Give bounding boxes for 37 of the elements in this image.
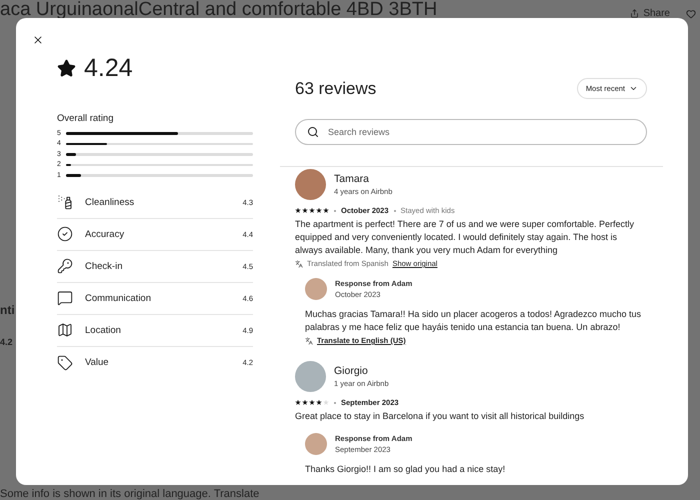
- map-icon: [57, 322, 73, 338]
- category-name: Cleanliness: [85, 196, 136, 208]
- search-field[interactable]: Search reviews: [295, 119, 647, 145]
- search-icon: [307, 126, 319, 138]
- category-name: Communication: [85, 292, 152, 304]
- overall-score: 4.24: [84, 54, 133, 83]
- speech-bubble-icon: [57, 290, 73, 306]
- translate-icon: [295, 260, 303, 268]
- review-text: The apartment is perfect! There are 7 of us and we were super comfortable. Perfectly equipped and very conveniently located. I would definitely stay again. The host is always available. Many, thank you very much Adam for everything: [295, 218, 635, 257]
- star-icon: [57, 59, 76, 78]
- translate-icon: [305, 336, 313, 344]
- user-avatar[interactable]: [295, 169, 326, 200]
- category-name: Check-in: [85, 260, 124, 272]
- response-text: Muchas gracias Tamara!! Ha sido un placer acogeros a todos! Agradezco mucho tus palabras y me hace feliz que hayáis tenido una estancia tan buena. Un abrazo!: [305, 308, 642, 334]
- chevron-down-icon: [629, 84, 638, 93]
- host-avatar[interactable]: [305, 433, 327, 455]
- overall-rating-label: Overall rating: [57, 113, 114, 124]
- category-name: Value: [85, 357, 110, 368]
- response-text: Thanks Giorgio!! I am so glad you had a nice stay!: [305, 463, 506, 476]
- share-icon: [630, 9, 640, 18]
- host-avatar[interactable]: [305, 278, 327, 300]
- check-circle-icon: [57, 226, 73, 242]
- rating-fragment: 4.2: [0, 337, 13, 347]
- heading-fragment: nti: [0, 303, 15, 317]
- reviews-count-heading: 63 reviews: [295, 78, 376, 98]
- user-avatar[interactable]: [295, 361, 326, 392]
- review-text: Great place to stay in Barcelona if you want to visit all historical buildings: [295, 410, 586, 423]
- reviewer-name: Giorgio: [334, 365, 369, 377]
- category-name: Location: [85, 324, 122, 336]
- language-note: Some info is shown in its original language. Translate: [0, 488, 260, 500]
- category-name: Accuracy: [85, 228, 126, 240]
- listing-title: aca UrguinaonalCentral and comfortable 4BD 3BTH: [0, 0, 438, 21]
- tag-icon: [57, 354, 73, 370]
- key-icon: [57, 258, 73, 274]
- close-icon: [32, 34, 44, 46]
- reviewer-name: Tamara: [334, 173, 370, 185]
- heart-icon[interactable]: [686, 9, 696, 19]
